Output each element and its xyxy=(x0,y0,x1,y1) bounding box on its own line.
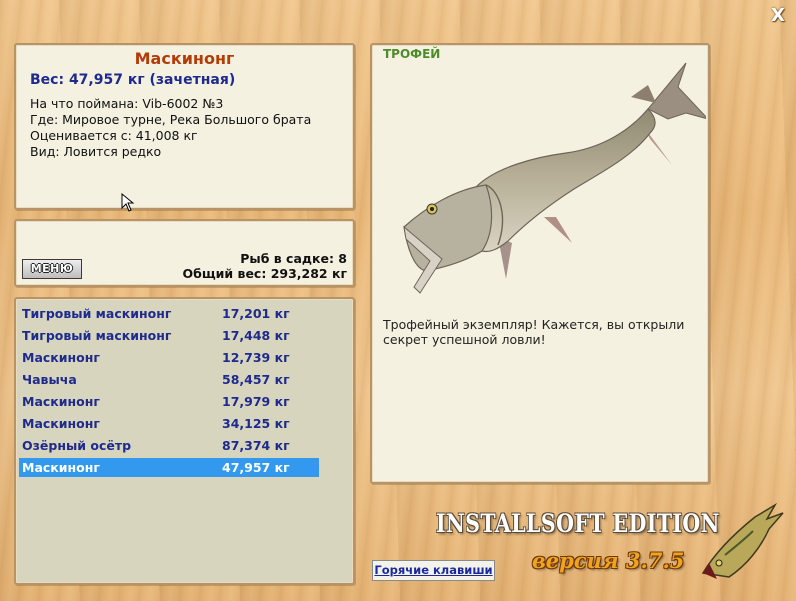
fish-row-weight: 17,448 кг xyxy=(222,328,290,343)
list-item[interactable]: Озёрный осётр 87,374 кг xyxy=(19,436,319,455)
list-item[interactable]: Маскинонг 47,957 кг xyxy=(19,458,319,477)
bait-info: На что поймана: Vib-6002 №3 xyxy=(30,96,224,111)
list-item[interactable]: Тигровый маскинонг 17,201 кг xyxy=(19,304,319,323)
list-item[interactable]: Маскинонг 34,125 кг xyxy=(19,414,319,433)
menu-button[interactable]: МЕНЮ xyxy=(22,259,82,279)
fish-name-title: Маскинонг xyxy=(134,49,235,68)
rated-weight-info: Оценивается с: 41,008 кг xyxy=(30,128,198,143)
fish-row-weight: 58,457 кг xyxy=(222,372,290,387)
fish-row-name: Тигровый маскинонг xyxy=(22,306,172,321)
rarity-info: Вид: Ловится редко xyxy=(30,144,162,159)
fish-row-weight: 17,979 кг xyxy=(222,394,290,409)
fish-row-name: Тигровый маскинонг xyxy=(22,328,172,343)
list-item[interactable]: Тигровый маскинонг 17,448 кг xyxy=(19,326,319,345)
fish-row-name: Маскинонг xyxy=(22,350,100,365)
hotkeys-button[interactable]: Горячие клавиши xyxy=(372,560,495,581)
keepnet-total-weight: Общий вес: 293,282 кг xyxy=(182,266,348,281)
keepnet-fish-count: Рыб в садке: 8 xyxy=(240,251,347,266)
trophy-description: Трофейный экземпляр! Кажется, вы открыли… xyxy=(383,317,685,347)
muskellunge-fish-image xyxy=(403,62,706,294)
close-button[interactable]: X xyxy=(768,6,788,26)
fish-row-name: Маскинонг xyxy=(22,394,100,409)
fish-weight: Вес: 47,957 кг (зачетная) xyxy=(30,72,236,88)
fish-row-name: Озёрный осётр xyxy=(22,438,132,453)
trophy-panel: ТРОФЕЙ Трофейный экземпляр! Кажется, вы … xyxy=(370,43,710,484)
fish-row-name: Маскинонг xyxy=(22,460,100,475)
location-info: Где: Мировое турне, Река Большого брата xyxy=(30,112,312,127)
list-item[interactable]: Маскинонг 12,739 кг xyxy=(19,348,319,367)
fish-row-weight: 17,201 кг xyxy=(222,306,290,321)
mouse-cursor-icon xyxy=(121,193,135,212)
pike-logo-icon xyxy=(701,503,784,579)
list-item[interactable]: Маскинонг 17,979 кг xyxy=(19,392,319,411)
fish-row-weight: 12,739 кг xyxy=(222,350,290,365)
version-label: версия 3.7.5 xyxy=(532,548,685,573)
fish-row-weight: 47,957 кг xyxy=(222,460,290,475)
fish-row-name: Чавыча xyxy=(22,372,77,387)
catch-info-panel: Маскинонг Вес: 47,957 кг (зачетная) На ч… xyxy=(14,43,355,210)
edition-title: INSTALLSOFT EDITION xyxy=(436,509,720,538)
keepnet-summary-panel: МЕНЮ Рыб в садке: 8 Общий вес: 293,282 к… xyxy=(14,219,355,287)
fish-row-weight: 87,374 кг xyxy=(222,438,290,453)
list-item[interactable]: Чавыча 58,457 кг xyxy=(19,370,319,389)
fish-row-weight: 34,125 кг xyxy=(222,416,290,431)
fish-list-panel: Тигровый маскинонг 17,201 кг Тигровый ма… xyxy=(14,297,355,585)
fish-row-name: Маскинонг xyxy=(22,416,100,431)
